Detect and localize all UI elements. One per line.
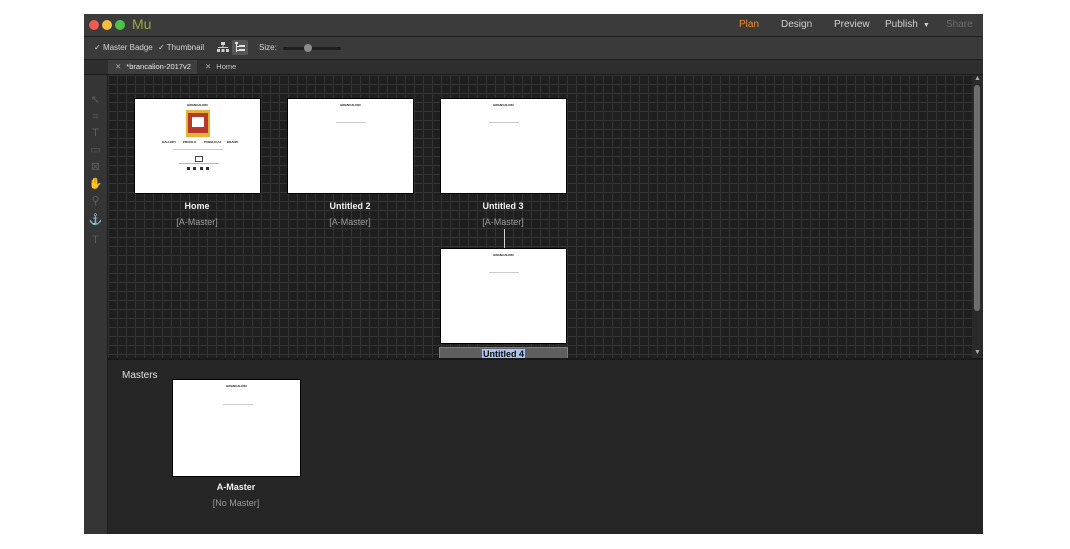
page-name-untitled-4[interactable]: Untitled 4: [482, 349, 526, 358]
thumb-nav-3: PUBBLICAZ: [204, 140, 222, 144]
zoom-tool-icon[interactable]: ⚲: [87, 194, 104, 208]
tree-view-button[interactable]: [232, 40, 248, 55]
master-badge-label: Master Badge: [102, 43, 153, 52]
chevron-down-icon: ▼: [922, 22, 930, 29]
page-connector-line: [504, 229, 505, 248]
checkmark-icon: ✓: [94, 43, 103, 52]
tab-brancalion[interactable]: ✕ *brancalion-2017v2: [108, 60, 197, 74]
tree-list-icon: [235, 42, 245, 52]
rectangle-tool-icon[interactable]: ▭: [87, 143, 104, 157]
nav-publish[interactable]: Publish ▼: [885, 19, 930, 30]
tab-label: *brancalion-2017v2: [126, 62, 191, 71]
size-slider-track[interactable]: [283, 47, 341, 50]
thumb-brand: BRANCALION: [493, 253, 514, 257]
thumb-brand: BRANCALION: [493, 103, 514, 107]
close-tab-icon[interactable]: ✕: [205, 60, 211, 74]
page-name-field-untitled-4[interactable]: Untitled 4: [439, 347, 568, 358]
hand-tool-icon[interactable]: ✋: [87, 177, 104, 191]
nav-plan[interactable]: Plan: [739, 19, 759, 30]
page-thumbnail-home[interactable]: BRANCALION GALLERY PROFILO PUBBLICAZ BRA…: [134, 98, 261, 194]
thumb-nav-4: BRAND: [227, 140, 238, 144]
thumb-brand: BRANCALION: [226, 384, 247, 388]
thumb-icon: [195, 156, 203, 162]
close-tab-icon[interactable]: ✕: [115, 60, 121, 74]
thumb-nav-1: GALLERY: [162, 140, 177, 144]
site-plan-canvas[interactable]: BRANCALION GALLERY PROFILO PUBBLICAZ BRA…: [108, 75, 983, 358]
minimize-window-icon[interactable]: [102, 20, 112, 30]
page-thumbnail-untitled-3[interactable]: BRANCALION: [440, 98, 567, 194]
nav-publish-label: Publish: [885, 19, 918, 30]
crop-tool-icon[interactable]: ⌗: [87, 110, 104, 124]
master-master-label: [No Master]: [212, 498, 260, 508]
anchor-tool-icon[interactable]: ⚓: [87, 213, 104, 227]
tab-home[interactable]: ✕ Home: [198, 60, 248, 74]
nav-design[interactable]: Design: [781, 19, 812, 30]
scroll-down-icon[interactable]: ▼: [974, 349, 981, 356]
page-thumbnail-untitled-4[interactable]: BRANCALION: [440, 248, 567, 344]
scroll-thumb[interactable]: [974, 85, 980, 311]
selection-tool-icon[interactable]: ↖: [87, 93, 104, 107]
thumb-hero-image: [186, 110, 210, 137]
size-slider-handle[interactable]: [304, 44, 312, 52]
thumb-nav-2: PROFILO: [183, 140, 197, 144]
nav-share[interactable]: Share: [946, 19, 973, 30]
close-window-icon[interactable]: [89, 20, 99, 30]
zoom-window-icon[interactable]: [115, 20, 125, 30]
page-name-home[interactable]: Home: [132, 201, 262, 211]
page-master-untitled-3: [A-Master]: [482, 217, 524, 227]
sitemap-icon: [217, 42, 229, 52]
tools-panel: ↖ ⌗ T ▭ ⊠ ✋ ⚲ ⚓ T: [84, 75, 108, 534]
text-tool-icon[interactable]: T: [87, 126, 104, 140]
title-bar: Mu Plan Design Preview Publish ▼ Share: [84, 14, 983, 37]
page-master-home: [A-Master]: [176, 217, 218, 227]
thumb-brand: BRANCALION: [187, 103, 208, 107]
plan-scrollbar[interactable]: ▲ ▼: [972, 75, 983, 358]
sitemap-view-button[interactable]: [215, 40, 231, 55]
image-frame-tool-icon[interactable]: ⊠: [87, 160, 104, 174]
muse-logo: Mu: [132, 16, 152, 32]
nav-preview[interactable]: Preview: [834, 19, 870, 30]
thumb-brand: BRANCALION: [340, 103, 361, 107]
page-name-untitled-2[interactable]: Untitled 2: [285, 201, 415, 211]
masters-panel: Masters BRANCALION A-Master [No Master]: [108, 360, 983, 534]
tab-label: Home: [216, 62, 237, 71]
page-master-untitled-2: [A-Master]: [329, 217, 371, 227]
text-style-tool-icon[interactable]: T: [87, 233, 104, 247]
master-thumbnail-a-master[interactable]: BRANCALION: [172, 379, 301, 477]
scroll-up-icon[interactable]: ▲: [974, 75, 981, 82]
page-thumbnail-untitled-2[interactable]: BRANCALION: [287, 98, 414, 194]
size-label: Size:: [259, 43, 277, 52]
checkmark-icon: ✓: [158, 43, 167, 52]
master-badge-checkbox[interactable]: ✓ Master Badge: [94, 43, 153, 52]
page-name-untitled-3[interactable]: Untitled 3: [438, 201, 568, 211]
muse-window: Mu Plan Design Preview Publish ▼ Share ✓ …: [84, 14, 983, 534]
thumbnail-label: Thumbnail: [166, 43, 205, 52]
document-tab-bar: ✕ *brancalion-2017v2 ✕ Home: [84, 60, 983, 75]
thumbnail-checkbox[interactable]: ✓ Thumbnail: [158, 43, 204, 52]
masters-heading: Masters: [122, 370, 158, 381]
plan-toolbar: ✓ Master Badge ✓ Thumbnail Size:: [84, 37, 983, 60]
master-name-a-master[interactable]: A-Master: [171, 482, 301, 492]
